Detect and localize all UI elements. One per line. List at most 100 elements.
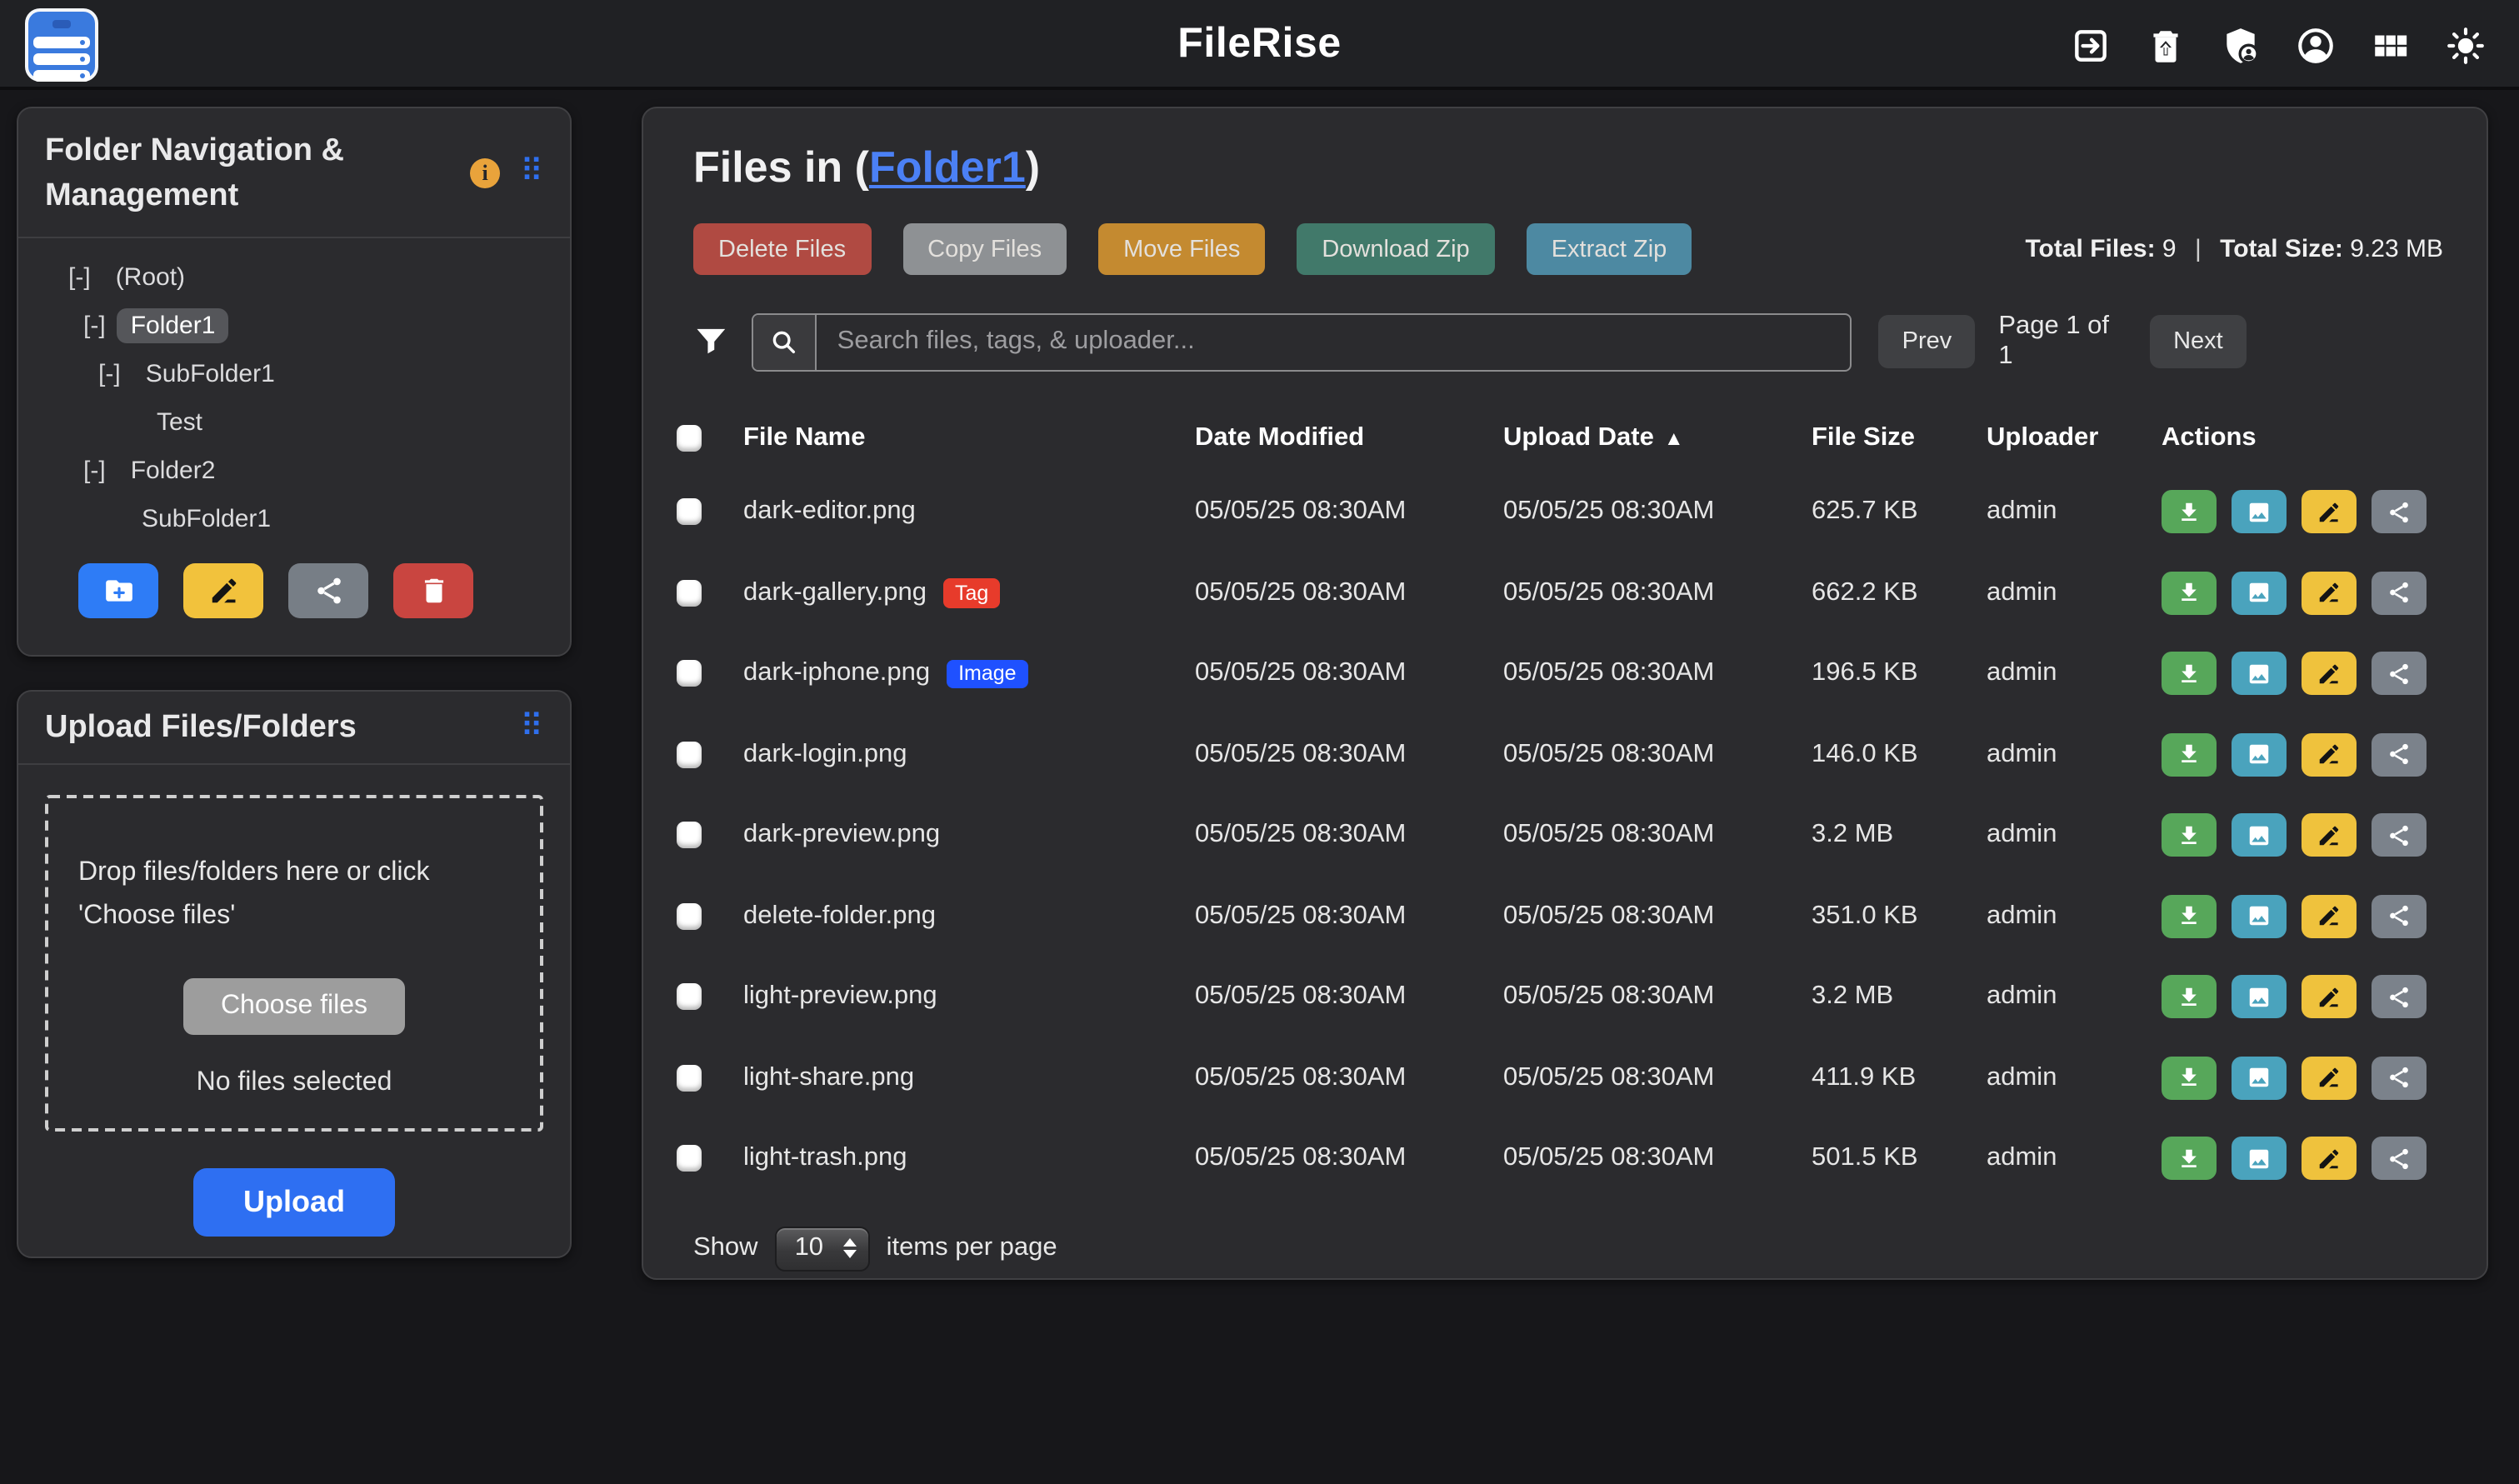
file-name[interactable]: light-preview.png: [743, 982, 937, 1012]
file-name[interactable]: light-share.png: [743, 1063, 914, 1093]
user-profile-icon[interactable]: [2294, 24, 2336, 66]
rename-file-button[interactable]: [2302, 976, 2357, 1019]
rename-file-button[interactable]: [2302, 652, 2357, 696]
tree-folder-label[interactable]: SubFolder1: [132, 357, 288, 392]
rename-file-button[interactable]: [2302, 491, 2357, 534]
rename-file-button[interactable]: [2302, 895, 2357, 938]
row-checkbox[interactable]: [677, 822, 702, 849]
download-file-button[interactable]: [2162, 895, 2217, 938]
share-file-button[interactable]: [2372, 733, 2427, 777]
share-file-button[interactable]: [2372, 572, 2427, 615]
preview-image-button[interactable]: [2232, 572, 2287, 615]
filter-funnel-icon[interactable]: [693, 323, 729, 360]
info-icon[interactable]: i: [470, 157, 500, 187]
col-file-size[interactable]: File Size: [1812, 423, 1987, 453]
row-checkbox[interactable]: [677, 580, 702, 607]
download-file-button[interactable]: [2162, 733, 2217, 777]
folder-tree-item[interactable]: [-] Folder1: [18, 302, 570, 350]
preview-image-button[interactable]: [2232, 976, 2287, 1019]
download-file-button[interactable]: [2162, 572, 2217, 615]
per-page-select[interactable]: 10: [775, 1226, 870, 1271]
toolbar-button-download-zip[interactable]: Download Zip: [1297, 223, 1494, 275]
download-file-button[interactable]: [2162, 814, 2217, 857]
file-name[interactable]: dark-editor.png: [743, 497, 916, 527]
share-file-button[interactable]: [2372, 895, 2427, 938]
preview-image-button[interactable]: [2232, 491, 2287, 534]
toolbar-button-move-files[interactable]: Move Files: [1098, 223, 1265, 275]
row-checkbox[interactable]: [677, 1065, 702, 1092]
file-name[interactable]: dark-gallery.png: [743, 578, 927, 608]
apps-grid-icon[interactable]: [2369, 24, 2411, 66]
toolbar-button-copy-files[interactable]: Copy Files: [902, 223, 1067, 275]
tree-folder-label[interactable]: SubFolder1: [128, 502, 284, 537]
select-all-checkbox[interactable]: [677, 425, 702, 452]
preview-image-button[interactable]: [2232, 1057, 2287, 1100]
share-file-button[interactable]: [2372, 652, 2427, 696]
row-checkbox[interactable]: [677, 499, 702, 526]
file-dropzone[interactable]: Drop files/folders here or click 'Choose…: [45, 795, 543, 1132]
logout-icon[interactable]: [2069, 24, 2111, 66]
row-checkbox[interactable]: [677, 903, 702, 930]
preview-image-button[interactable]: [2232, 895, 2287, 938]
rename-file-button[interactable]: [2302, 814, 2357, 857]
col-upload-date[interactable]: Upload Date▲: [1503, 423, 1812, 453]
col-file-name[interactable]: File Name: [743, 423, 1195, 453]
col-uploader[interactable]: Uploader: [1987, 423, 2162, 453]
current-folder-link[interactable]: Folder1: [869, 142, 1026, 192]
folder-tree-item[interactable]: [-] (Root): [18, 253, 570, 302]
light-mode-sun-icon[interactable]: [2444, 24, 2486, 66]
tree-expand-marker[interactable]: [-]: [98, 360, 121, 388]
download-file-button[interactable]: [2162, 652, 2217, 696]
create-folder-button[interactable]: [78, 563, 158, 618]
tree-expand-marker[interactable]: [-]: [83, 312, 106, 340]
row-checkbox[interactable]: [677, 1146, 702, 1172]
file-name[interactable]: delete-folder.png: [743, 902, 936, 932]
download-file-button[interactable]: [2162, 976, 2217, 1019]
rename-folder-button[interactable]: [183, 563, 263, 618]
rename-file-button[interactable]: [2302, 733, 2357, 777]
folder-tree-item[interactable]: SubFolder1: [18, 495, 570, 543]
download-file-button[interactable]: [2162, 1057, 2217, 1100]
preview-image-button[interactable]: [2232, 733, 2287, 777]
share-file-button[interactable]: [2372, 1137, 2427, 1181]
tree-expand-marker[interactable]: [-]: [83, 457, 106, 485]
drag-handle-icon[interactable]: ⠿: [520, 157, 543, 188]
share-file-button[interactable]: [2372, 976, 2427, 1019]
choose-files-button[interactable]: Choose files: [184, 978, 404, 1035]
tree-folder-label[interactable]: Folder2: [117, 453, 229, 488]
tree-expand-marker[interactable]: [-]: [68, 263, 91, 292]
restore-trash-icon[interactable]: [2144, 24, 2186, 66]
file-name[interactable]: dark-preview.png: [743, 821, 940, 851]
share-file-button[interactable]: [2372, 814, 2427, 857]
folder-tree-item[interactable]: Test: [18, 398, 570, 447]
drag-handle-icon[interactable]: ⠿: [520, 712, 543, 743]
search-input[interactable]: [817, 314, 1851, 369]
file-name[interactable]: light-trash.png: [743, 1144, 907, 1174]
row-checkbox[interactable]: [677, 984, 702, 1011]
share-file-button[interactable]: [2372, 491, 2427, 534]
folder-tree-item[interactable]: [-] SubFolder1: [18, 350, 570, 398]
delete-folder-button[interactable]: [393, 563, 473, 618]
rename-file-button[interactable]: [2302, 1057, 2357, 1100]
prev-page-button[interactable]: Prev: [1879, 315, 1976, 368]
download-file-button[interactable]: [2162, 1137, 2217, 1181]
upload-button[interactable]: Upload: [193, 1168, 395, 1237]
toolbar-button-extract-zip[interactable]: Extract Zip: [1527, 223, 1692, 275]
row-checkbox[interactable]: [677, 661, 702, 687]
admin-shield-icon[interactable]: [2219, 24, 2261, 66]
tree-folder-label[interactable]: (Root): [102, 260, 198, 295]
file-name[interactable]: dark-iphone.png: [743, 659, 930, 689]
tree-folder-label[interactable]: Folder1: [117, 308, 229, 343]
preview-image-button[interactable]: [2232, 1137, 2287, 1181]
toolbar-button-delete-files[interactable]: Delete Files: [693, 223, 871, 275]
share-file-button[interactable]: [2372, 1057, 2427, 1100]
file-name[interactable]: dark-login.png: [743, 740, 907, 770]
row-checkbox[interactable]: [677, 742, 702, 768]
next-page-button[interactable]: Next: [2150, 315, 2247, 368]
rename-file-button[interactable]: [2302, 1137, 2357, 1181]
tree-folder-label[interactable]: Test: [143, 405, 216, 440]
rename-file-button[interactable]: [2302, 572, 2357, 615]
download-file-button[interactable]: [2162, 491, 2217, 534]
folder-tree-item[interactable]: [-] Folder2: [18, 447, 570, 495]
preview-image-button[interactable]: [2232, 814, 2287, 857]
